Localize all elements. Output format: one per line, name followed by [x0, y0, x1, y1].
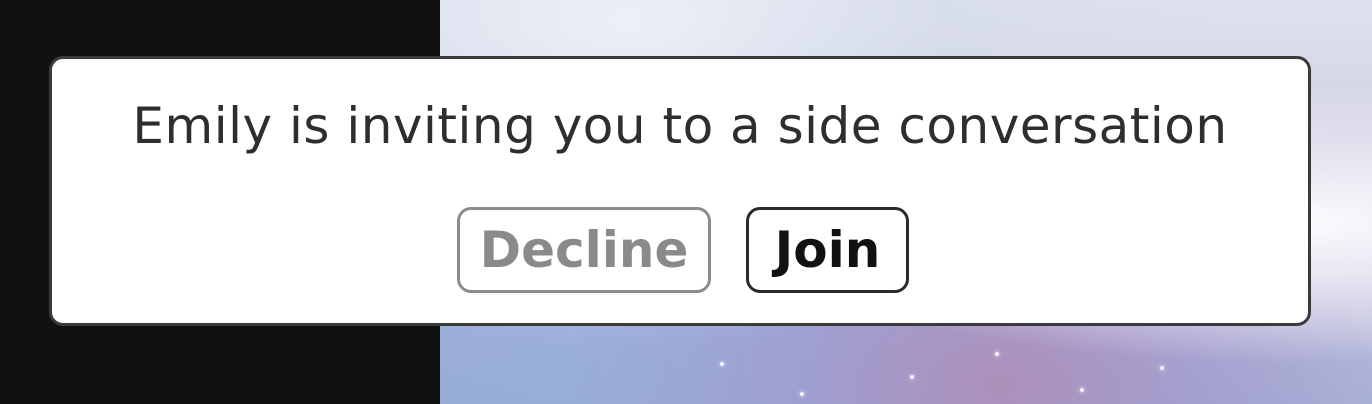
sparkle-dot	[910, 375, 914, 379]
call-screen: Emily is inviting you to a side conversa…	[0, 0, 1372, 404]
side-conversation-invite-dialog: Emily is inviting you to a side conversa…	[49, 56, 1311, 326]
decline-button[interactable]: Decline	[457, 207, 711, 293]
sparkle-dot	[995, 352, 999, 356]
invite-message: Emily is inviting you to a side conversa…	[132, 97, 1228, 155]
sparkle-dot	[800, 392, 804, 396]
sparkle-dot	[1080, 388, 1084, 392]
sparkle-dot	[720, 362, 724, 366]
sparkle-dot	[1160, 366, 1164, 370]
join-button[interactable]: Join	[746, 207, 909, 293]
